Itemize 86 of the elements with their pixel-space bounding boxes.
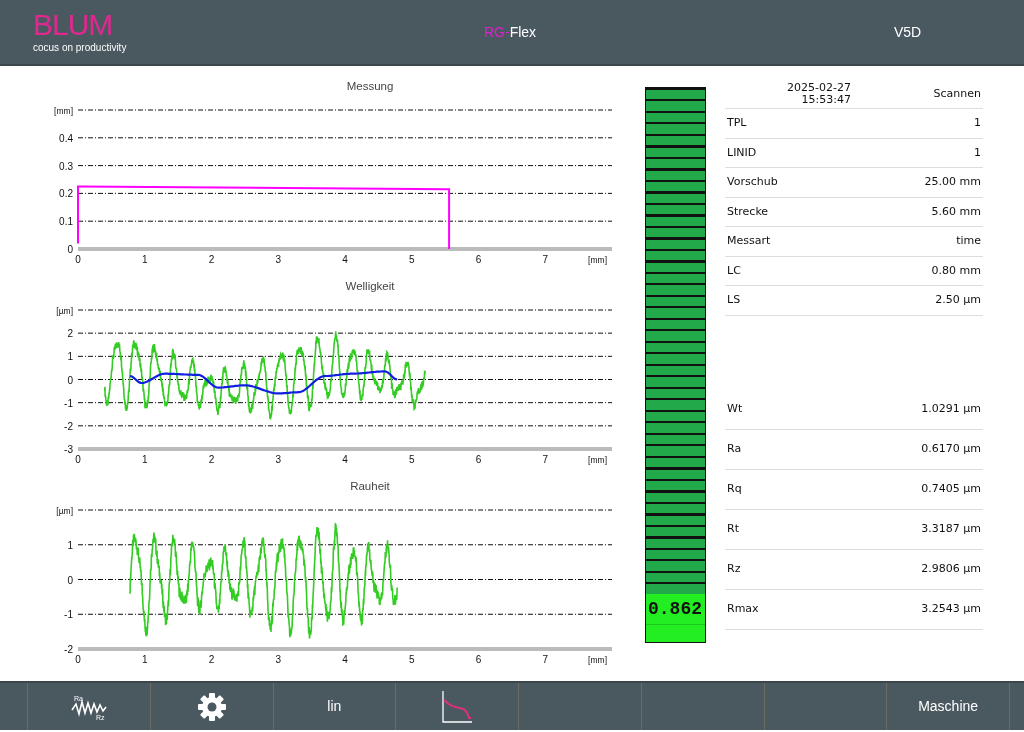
axis-label: 6 — [475, 254, 482, 265]
axis-label: 2 — [67, 328, 73, 340]
logo-text: BLUM — [33, 9, 114, 40]
chart-title: Rauheit — [350, 480, 390, 492]
axis-label: 0 — [75, 254, 81, 265]
axis-label: 7 — [542, 654, 549, 665]
axis-label: 1 — [141, 654, 148, 665]
timestamp: 2025-02-27 15:53:47 — [786, 82, 851, 106]
axis-label: [µm] — [56, 306, 73, 316]
axis-label: 4 — [342, 654, 348, 665]
axis-label: 1 — [141, 454, 148, 465]
parameter-label: Messart — [727, 233, 771, 249]
toolbar-button[interactable]: lin — [273, 683, 397, 730]
result-value: 3.3187 µm — [921, 520, 981, 537]
axis-label: 1 — [67, 539, 73, 551]
result-label: Ra — [727, 440, 742, 457]
parameter-value: 1 — [974, 144, 981, 161]
parameter-value: 1 — [974, 115, 981, 131]
result-label: Rq — [727, 480, 742, 497]
axis-label: 1 — [67, 351, 73, 363]
axis-label: 7 — [542, 454, 549, 465]
axis-label: 0 — [67, 244, 73, 255]
chart-title: Welligkeit — [345, 280, 395, 292]
result-value: 2.9806 µm — [921, 560, 981, 577]
parameter-value: 5.60 mm — [931, 203, 981, 220]
axis-label: 5 — [408, 454, 415, 465]
axis-label: 3 — [275, 254, 282, 265]
axis-label: 0.4 — [59, 132, 73, 144]
result-value: 3.2543 µm — [921, 600, 981, 617]
axis-label: 0 — [75, 654, 81, 665]
axis-label: 2 — [208, 254, 215, 265]
slogan: cocus on productivity — [33, 40, 128, 55]
axis-label: [mm] — [54, 106, 73, 116]
result-label: Rt — [727, 520, 739, 537]
axis-label: 5 — [408, 654, 415, 665]
parameter-value: 25.00 mm — [924, 174, 981, 190]
version-label: V5D — [894, 22, 922, 42]
axis-label: [µm] — [56, 506, 73, 516]
axis-label: -1 — [64, 609, 73, 621]
result-label: Rmax — [727, 600, 759, 617]
parameter-label: LINID — [727, 144, 757, 161]
parameter-value: time — [956, 233, 981, 249]
axis-label: -2 — [64, 420, 73, 432]
toolbar-button[interactable]: Maschine — [887, 683, 1010, 730]
axis-label: 6 — [475, 454, 482, 465]
axis-label: 0.1 — [59, 216, 73, 228]
app-title-prefix: RG- — [484, 23, 510, 40]
axis-label: [mm] — [588, 655, 607, 665]
axis-label: 6 — [475, 654, 482, 665]
axis-label: 2 — [208, 654, 215, 665]
axis-label: 7 — [542, 254, 549, 265]
status-label: Scannen — [933, 85, 981, 102]
axis-label: 3 — [275, 454, 282, 465]
app-title: Flex — [509, 23, 537, 40]
axis-label: 2 — [208, 454, 215, 465]
axis-label: 0 — [67, 574, 73, 586]
axis-label: [mm] — [588, 255, 607, 265]
result-value: 0.6170 µm — [921, 440, 981, 457]
result-label: Wt — [727, 400, 743, 417]
parameter-label: TPL — [727, 115, 747, 131]
axis-label: 5 — [408, 254, 415, 265]
chart-title: Messung — [346, 80, 394, 92]
axis-label: 4 — [342, 454, 348, 465]
axis-label: 0.2 — [59, 188, 73, 200]
parameter-label: Strecke — [727, 203, 769, 220]
axis-label: 0 — [75, 454, 81, 465]
axis-label: -1 — [64, 397, 73, 409]
axis-label: 0 — [67, 374, 73, 386]
result-value: 0.7405 µm — [921, 480, 981, 497]
axis-label: -3 — [64, 444, 73, 455]
axis-label: 0.3 — [59, 160, 73, 172]
axis-label: 4 — [342, 254, 348, 265]
result-value: 1.0291 µm — [921, 400, 981, 417]
result-label: Rz — [727, 560, 741, 577]
parameter-label: Vorschub — [727, 174, 778, 190]
axis-label: -2 — [64, 644, 73, 655]
parameter-label: LC — [727, 262, 741, 279]
meter-reading: 0.862 — [646, 594, 705, 642]
parameter-label: LS — [727, 292, 741, 308]
curve-chart-icon — [440, 689, 475, 724]
axis-label: 1 — [141, 254, 148, 265]
parameter-value: 0.80 mm — [931, 262, 981, 279]
settings-icon — [196, 691, 227, 722]
parameter-value: 2.50 µm — [935, 292, 981, 308]
axis-label: [mm] — [588, 455, 607, 465]
axis-label: 3 — [275, 654, 282, 665]
